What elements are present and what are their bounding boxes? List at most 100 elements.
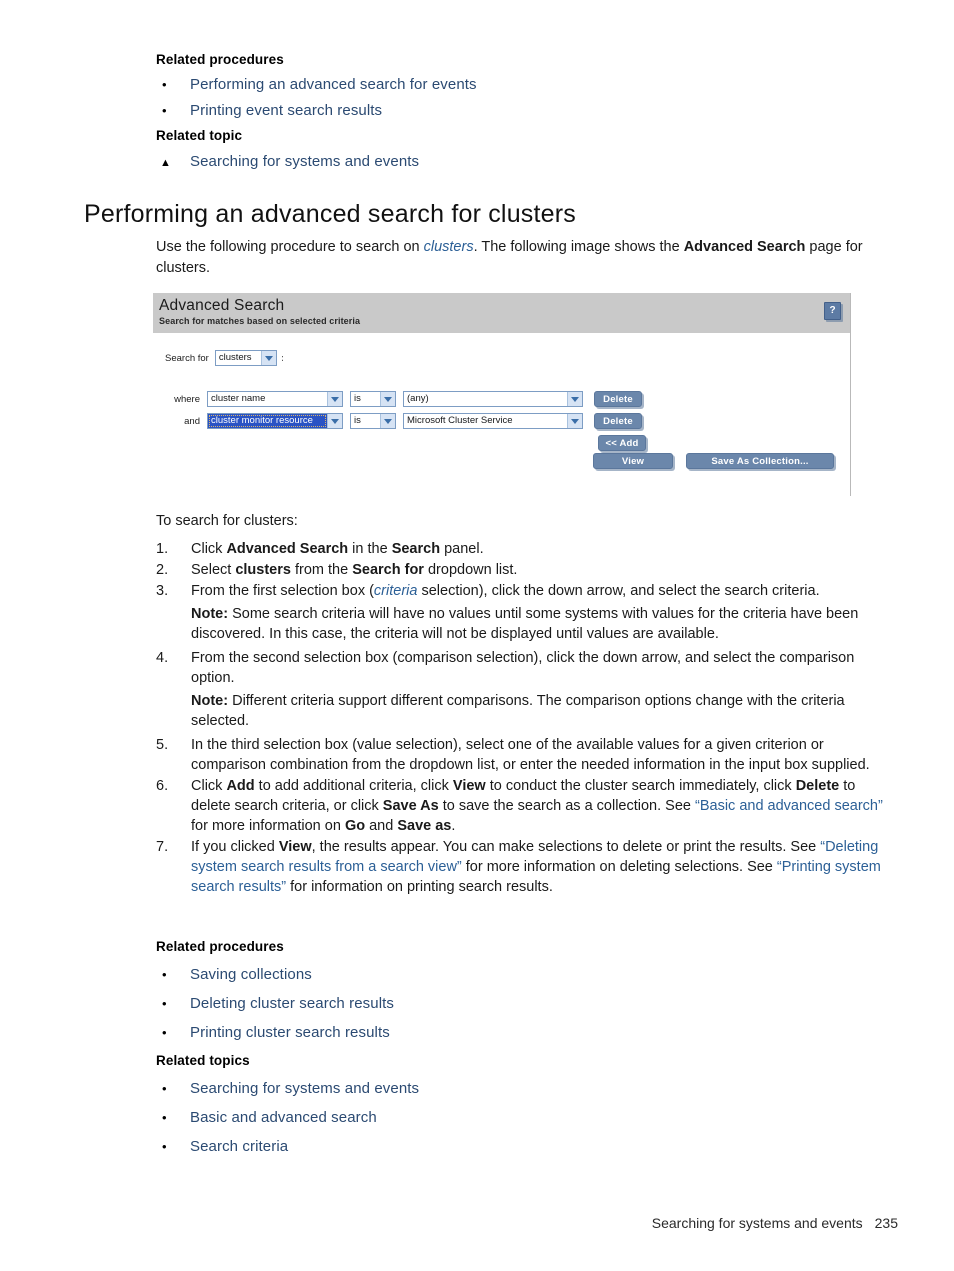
step-text-main: From the second selection box (compariso… bbox=[191, 650, 855, 686]
intro-paragraph: Use the following procedure to search on… bbox=[156, 237, 898, 278]
step-note: Note: Different criteria support differe… bbox=[191, 693, 845, 729]
chevron-down-icon[interactable] bbox=[567, 414, 582, 428]
intro-bold-advanced-search: Advanced Search bbox=[683, 239, 806, 255]
step-text: In the third selection box (value select… bbox=[191, 737, 870, 773]
bullet-icon: • bbox=[162, 1139, 167, 1154]
procedure-intro: To search for clusters: bbox=[156, 513, 298, 529]
procedure-steps: 1. Click Advanced Search in the Search p… bbox=[156, 539, 898, 898]
step-number: 6. bbox=[156, 778, 169, 794]
value-select-value: (any) bbox=[407, 393, 429, 404]
related-topics-heading: Related topics bbox=[156, 1053, 250, 1068]
list-item[interactable]: ▲ Searching for systems and events bbox=[156, 153, 856, 170]
chevron-down-icon[interactable] bbox=[380, 392, 395, 406]
document-page: Related procedures • Performing an advan… bbox=[0, 0, 954, 1271]
chevron-down-icon[interactable] bbox=[567, 392, 582, 406]
chevron-down-icon[interactable] bbox=[327, 414, 342, 428]
list-item[interactable]: • Performing an advanced search for even… bbox=[156, 76, 856, 93]
related-topic-link[interactable]: Searching for systems and events bbox=[190, 153, 419, 170]
comparison-select-value: is bbox=[354, 393, 361, 404]
step-number: 2. bbox=[156, 562, 169, 578]
criteria-row: where cluster name is (any) Delete bbox=[165, 391, 646, 407]
list-item[interactable]: • Searching for systems and events bbox=[156, 1080, 856, 1097]
related-procedures-heading: Related procedures bbox=[156, 52, 284, 67]
chevron-down-icon[interactable] bbox=[327, 392, 342, 406]
related-procedure-link[interactable]: Printing event search results bbox=[190, 102, 382, 119]
top-related-section: Related procedures • Performing an advan… bbox=[156, 52, 856, 179]
intro-italic-clusters: clusters bbox=[423, 239, 474, 255]
help-icon[interactable]: ? bbox=[824, 302, 841, 320]
list-item[interactable]: • Printing event search results bbox=[156, 102, 856, 119]
list-item: 6. Click Add to add additional criteria,… bbox=[156, 776, 898, 836]
criteria-select-value: cluster name bbox=[211, 393, 266, 404]
list-item: 4. From the second selection box (compar… bbox=[156, 648, 898, 734]
list-item: 7. If you clicked View, the results appe… bbox=[156, 837, 898, 897]
page-title: Performing an advanced search for cluste… bbox=[84, 200, 576, 228]
related-topic-link[interactable]: Basic and advanced search bbox=[190, 1109, 377, 1126]
chevron-down-icon[interactable] bbox=[260, 351, 276, 365]
bullet-icon: • bbox=[162, 967, 167, 982]
triangle-bullet-icon: ▲ bbox=[160, 157, 171, 169]
list-item: 2. Select clusters from the Search for d… bbox=[156, 560, 898, 580]
view-button[interactable]: View bbox=[593, 453, 673, 469]
bullet-icon: • bbox=[162, 1025, 167, 1040]
search-for-select[interactable]: clusters bbox=[214, 350, 277, 366]
criteria-select[interactable]: cluster name bbox=[207, 391, 343, 407]
chevron-down-icon[interactable] bbox=[380, 414, 395, 428]
bullet-icon: • bbox=[162, 1081, 167, 1096]
bullet-icon: • bbox=[162, 77, 167, 92]
step-number: 1. bbox=[156, 541, 169, 557]
delete-button[interactable]: Delete bbox=[594, 391, 642, 407]
list-item: 1. Click Advanced Search in the Search p… bbox=[156, 539, 898, 559]
related-topic-heading: Related topic bbox=[156, 128, 243, 143]
bullet-icon: • bbox=[162, 103, 167, 118]
step-text: From the first selection box (criteria s… bbox=[191, 581, 898, 647]
related-procedure-link[interactable]: Saving collections bbox=[190, 966, 312, 983]
comparison-select[interactable]: is bbox=[350, 391, 396, 407]
criteria-row: and cluster monitor resource is Microsof… bbox=[165, 413, 646, 429]
list-item[interactable]: • Basic and advanced search bbox=[156, 1109, 856, 1126]
step-number: 5. bbox=[156, 737, 169, 753]
list-item: 3. From the first selection box (criteri… bbox=[156, 581, 898, 647]
related-procedure-link[interactable]: Performing an advanced search for events bbox=[190, 76, 477, 93]
list-item[interactable]: • Deleting cluster search results bbox=[156, 995, 856, 1012]
related-procedure-link[interactable]: Printing cluster search results bbox=[190, 1024, 390, 1041]
criteria-select[interactable]: cluster monitor resource bbox=[207, 413, 343, 429]
bullet-icon: • bbox=[162, 1110, 167, 1125]
advanced-search-screenshot: Advanced Search Search for matches based… bbox=[153, 293, 851, 496]
criteria-conjunction: where bbox=[174, 393, 200, 405]
step-text: Click Add to add additional criteria, cl… bbox=[191, 778, 883, 834]
app-title: Advanced Search bbox=[159, 297, 285, 314]
list-item[interactable]: • Printing cluster search results bbox=[156, 1024, 856, 1041]
footer-page-number: 235 bbox=[874, 1215, 898, 1231]
bullet-icon: • bbox=[162, 996, 167, 1011]
value-select[interactable]: (any) bbox=[403, 391, 583, 407]
related-topic-link[interactable]: Searching for systems and events bbox=[190, 1080, 419, 1097]
action-button-row: View Save As Collection... bbox=[153, 453, 834, 469]
related-topic-link[interactable]: Search criteria bbox=[190, 1138, 288, 1155]
step-text-main: From the first selection box (criteria s… bbox=[191, 583, 820, 599]
list-item[interactable]: • Search criteria bbox=[156, 1138, 856, 1155]
step-number: 7. bbox=[156, 839, 169, 855]
criteria-select-value: cluster monitor resource bbox=[208, 414, 327, 428]
related-procedures-heading: Related procedures bbox=[156, 939, 284, 954]
related-procedure-link[interactable]: Deleting cluster search results bbox=[190, 995, 394, 1012]
app-header-bar: Advanced Search Search for matches based… bbox=[153, 293, 850, 333]
add-row: << Add bbox=[165, 435, 646, 451]
step-text: If you clicked View, the results appear.… bbox=[191, 839, 881, 895]
save-as-collection-button[interactable]: Save As Collection... bbox=[686, 453, 834, 469]
list-item: 5. In the third selection box (value sel… bbox=[156, 735, 898, 775]
step-text: Select clusters from the Search for drop… bbox=[191, 562, 518, 578]
comparison-select-value: is bbox=[354, 415, 361, 426]
delete-button[interactable]: Delete bbox=[594, 413, 642, 429]
comparison-select[interactable]: is bbox=[350, 413, 396, 429]
list-item[interactable]: • Saving collections bbox=[156, 966, 856, 983]
app-body: Search for clusters : where cluster name bbox=[153, 333, 850, 496]
search-for-row: Search for clusters : bbox=[165, 350, 284, 366]
add-criteria-button[interactable]: << Add bbox=[598, 435, 646, 451]
search-for-select-value: clusters bbox=[218, 352, 252, 363]
intro-text-part2: . The following image shows the bbox=[473, 239, 684, 255]
search-for-label: Search for bbox=[165, 352, 209, 364]
value-select[interactable]: Microsoft Cluster Service bbox=[403, 413, 583, 429]
step-number: 3. bbox=[156, 583, 169, 599]
footer-chapter: Searching for systems and events bbox=[651, 1215, 863, 1231]
